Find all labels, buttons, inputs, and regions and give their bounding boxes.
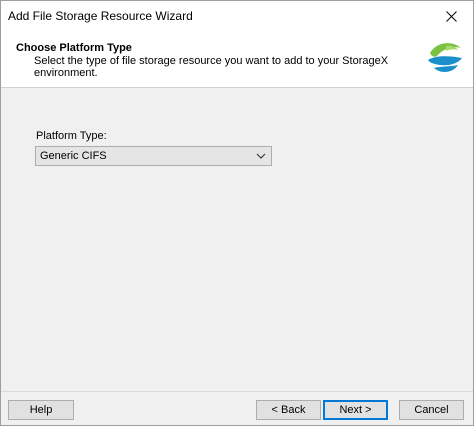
title-bar: Add File Storage Resource Wizard bbox=[1, 1, 473, 31]
platform-type-label: Platform Type: bbox=[36, 130, 107, 142]
footer-divider bbox=[1, 391, 473, 392]
platform-type-value: Generic CIFS bbox=[40, 150, 107, 162]
close-button[interactable] bbox=[429, 1, 473, 31]
window-title: Add File Storage Resource Wizard bbox=[8, 9, 193, 23]
wizard-content: Platform Type: Generic CIFS bbox=[1, 88, 473, 388]
wizard-header: Choose Platform Type Select the type of … bbox=[1, 31, 473, 88]
back-button[interactable]: < Back bbox=[256, 400, 321, 420]
platform-type-select[interactable]: Generic CIFS bbox=[35, 146, 272, 166]
cancel-button[interactable]: Cancel bbox=[399, 400, 464, 420]
close-icon bbox=[445, 10, 457, 22]
help-button[interactable]: Help bbox=[8, 400, 74, 420]
page-description: Select the type of file storage resource… bbox=[34, 55, 389, 79]
page-title: Choose Platform Type bbox=[16, 42, 132, 54]
chevron-down-icon bbox=[256, 153, 266, 159]
next-button[interactable]: Next > bbox=[323, 400, 388, 420]
wizard-window: Add File Storage Resource Wizard Choose … bbox=[0, 0, 474, 426]
storagex-logo-icon bbox=[426, 38, 464, 76]
